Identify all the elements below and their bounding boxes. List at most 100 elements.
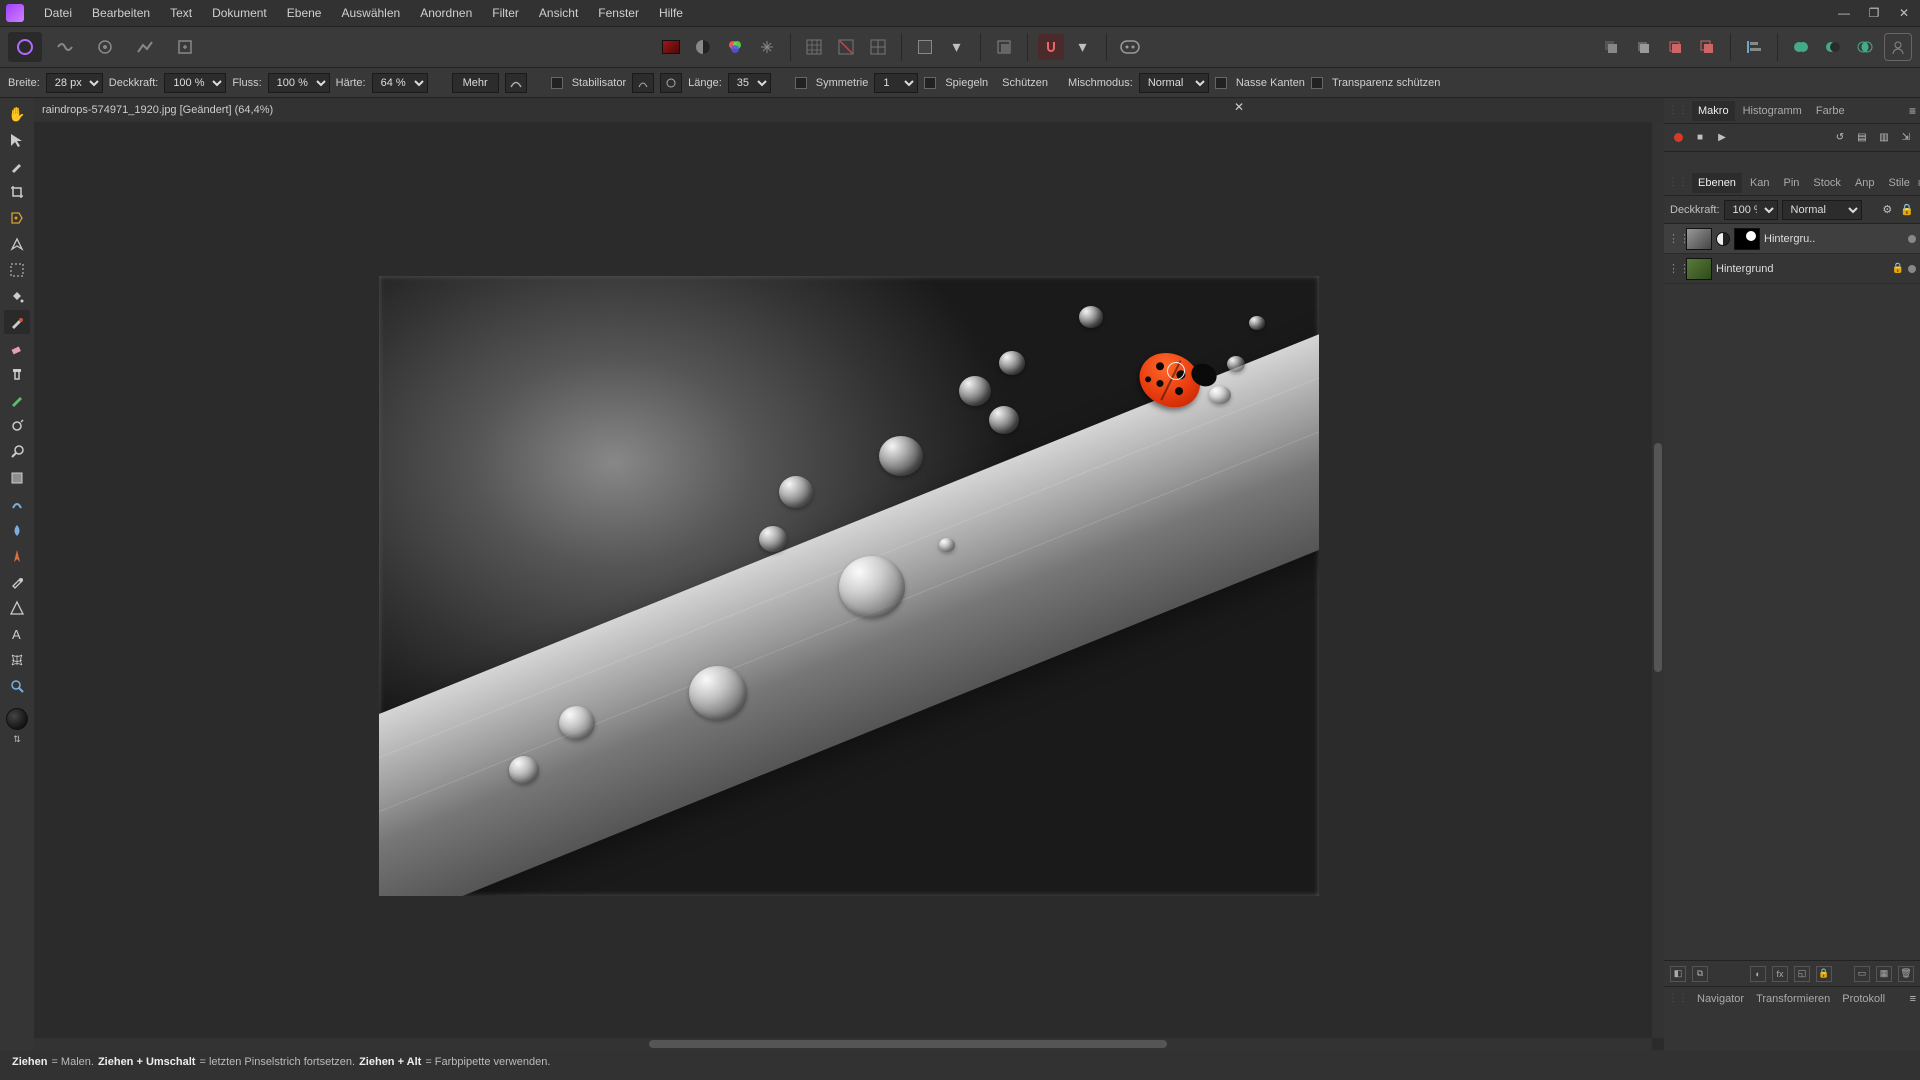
stabilizer-mode-window-icon[interactable] <box>660 73 682 93</box>
macro-stop-button[interactable]: ■ <box>1692 130 1708 146</box>
swatch-foreground-icon[interactable] <box>658 34 684 60</box>
stabilizer-checkbox[interactable] <box>551 77 563 89</box>
macro-list1-icon[interactable]: ▤ <box>1854 130 1870 146</box>
arrange-forward-icon[interactable] <box>1662 34 1688 60</box>
view-tool[interactable]: ✋ <box>4 102 30 126</box>
navigator-panel-menu-icon[interactable]: ≡ <box>1910 993 1916 1005</box>
inpainting-tool[interactable] <box>4 388 30 412</box>
boolean-intersect-icon[interactable] <box>1852 34 1878 60</box>
marquee-tool[interactable] <box>4 258 30 282</box>
text-tool[interactable]: A <box>4 622 30 646</box>
tab-stile[interactable]: Stile <box>1883 173 1916 193</box>
flow-input[interactable]: 100 % <box>268 73 330 93</box>
width-input[interactable]: 28 px <box>46 73 103 93</box>
erase-tool[interactable] <box>4 336 30 360</box>
menu-fenster[interactable]: Fenster <box>588 2 649 24</box>
sharpen-tool[interactable] <box>4 544 30 568</box>
layer-locked-icon[interactable]: 🔒 <box>1892 263 1904 274</box>
length-input[interactable]: 35 <box>728 73 771 93</box>
autocolor-icon[interactable] <box>722 34 748 60</box>
scrollbar-vertical[interactable] <box>1652 122 1664 1038</box>
layer-mask-thumb[interactable] <box>1734 228 1760 250</box>
symmetry-checkbox[interactable] <box>795 77 807 89</box>
macro-play-button[interactable]: ▶ <box>1714 130 1730 146</box>
tab-anp[interactable]: Anp <box>1849 173 1881 193</box>
maximize-button[interactable]: ❐ <box>1864 6 1884 20</box>
layer-row[interactable]: ⋮⋮ Hintergrund 🔒 <box>1664 254 1920 284</box>
macro-list2-icon[interactable]: ▥ <box>1876 130 1892 146</box>
scrollbar-horizontal[interactable] <box>34 1038 1652 1050</box>
sponge-tool[interactable] <box>4 466 30 490</box>
grid-show-icon[interactable] <box>801 34 827 60</box>
menu-bearbeiten[interactable]: Bearbeiten <box>82 2 160 24</box>
align-icon[interactable] <box>1741 34 1767 60</box>
wet-edges-checkbox[interactable] <box>1215 77 1227 89</box>
tab-histogramm[interactable]: Histogramm <box>1737 101 1808 121</box>
assistant-icon[interactable] <box>1117 34 1143 60</box>
tab-makro[interactable]: Makro <box>1692 101 1735 121</box>
document-tab-close[interactable]: ✕ <box>1234 100 1244 114</box>
layer-gear-icon[interactable]: ⚙ <box>1882 203 1892 216</box>
more-button[interactable]: Mehr <box>452 73 499 93</box>
burn-tool[interactable] <box>4 440 30 464</box>
layer-lockall-btn[interactable]: 🔒 <box>1816 966 1832 982</box>
smudge-tool[interactable] <box>4 492 30 516</box>
macro-record-button[interactable] <box>1670 130 1686 146</box>
pen-tool[interactable] <box>4 232 30 256</box>
snapping-icon[interactable] <box>1038 34 1064 60</box>
blendmode-select[interactable]: Normal <box>1139 73 1209 93</box>
hardness-input[interactable]: 64 % <box>372 73 428 93</box>
arrange-back-icon[interactable] <box>1598 34 1624 60</box>
layer-visibility-toggle[interactable]: ⋮⋮ <box>1668 232 1682 245</box>
macro-reset-icon[interactable]: ↺ <box>1832 130 1848 146</box>
layer-mask-btn[interactable]: ◧ <box>1670 966 1686 982</box>
snapping-chevron-icon[interactable]: ▾ <box>1070 34 1096 60</box>
tab-kan[interactable]: Kan <box>1744 173 1776 193</box>
color-swap-icon[interactable]: ⇅ <box>13 734 21 745</box>
clip-to-canvas-icon[interactable] <box>991 34 1017 60</box>
color-well[interactable] <box>6 708 28 730</box>
opacity-input[interactable]: 100 % <box>164 73 226 93</box>
mirror-checkbox[interactable] <box>924 77 936 89</box>
menu-datei[interactable]: Datei <box>34 2 82 24</box>
grid-snap-icon[interactable] <box>865 34 891 60</box>
layer-lock-icon[interactable]: 🔒 <box>1900 203 1914 216</box>
account-icon[interactable] <box>1884 33 1912 61</box>
tab-farbe[interactable]: Farbe <box>1810 101 1851 121</box>
canvas-image[interactable] <box>379 276 1319 896</box>
force-pressure-icon[interactable] <box>505 73 527 93</box>
arrange-front-icon[interactable] <box>1694 34 1720 60</box>
boolean-subtract-icon[interactable] <box>1820 34 1846 60</box>
menu-auswählen[interactable]: Auswählen <box>331 2 410 24</box>
move-tool[interactable] <box>4 128 30 152</box>
document-tab[interactable]: raindrops-574971_1920.jpg [Geändert] (64… <box>34 101 281 119</box>
close-button[interactable]: ✕ <box>1894 6 1914 20</box>
quickmask-chevron-icon[interactable]: ▾ <box>944 34 970 60</box>
layer-delete-btn[interactable]: 🗑 <box>1898 966 1914 982</box>
menu-ansicht[interactable]: Ansicht <box>529 2 588 24</box>
tab-pin[interactable]: Pin <box>1778 173 1806 193</box>
symmetry-input[interactable]: 1 <box>874 73 918 93</box>
tab-protokoll[interactable]: Protokoll <box>1837 990 1890 1008</box>
minimize-button[interactable]: — <box>1834 6 1854 20</box>
persona-photo[interactable] <box>8 32 42 62</box>
autowhitebalance-icon[interactable] <box>754 34 780 60</box>
tab-transformieren[interactable]: Transformieren <box>1751 990 1835 1008</box>
tab-stock[interactable]: Stock <box>1807 173 1847 193</box>
menu-anordnen[interactable]: Anordnen <box>410 2 482 24</box>
color-picker-tool[interactable] <box>4 570 30 594</box>
stabilizer-mode-rope-icon[interactable] <box>632 73 654 93</box>
clone-tool[interactable] <box>4 362 30 386</box>
menu-hilfe[interactable]: Hilfe <box>649 2 693 24</box>
layer-blend-select[interactable]: Normal <box>1782 200 1862 220</box>
layer-fx-btn[interactable]: fx <box>1772 966 1788 982</box>
persona-develop[interactable] <box>88 32 122 62</box>
flood-fill-tool[interactable] <box>4 284 30 308</box>
mesh-warp-tool[interactable] <box>4 648 30 672</box>
blur-tool[interactable] <box>4 518 30 542</box>
layer-row[interactable]: ⋮⋮ Hintergru.. <box>1664 224 1920 254</box>
layer-visible-dot[interactable] <box>1908 235 1916 243</box>
protect-alpha-checkbox[interactable] <box>1311 77 1323 89</box>
layer-adjust-btn[interactable]: ◐ <box>1750 966 1766 982</box>
menu-filter[interactable]: Filter <box>482 2 529 24</box>
